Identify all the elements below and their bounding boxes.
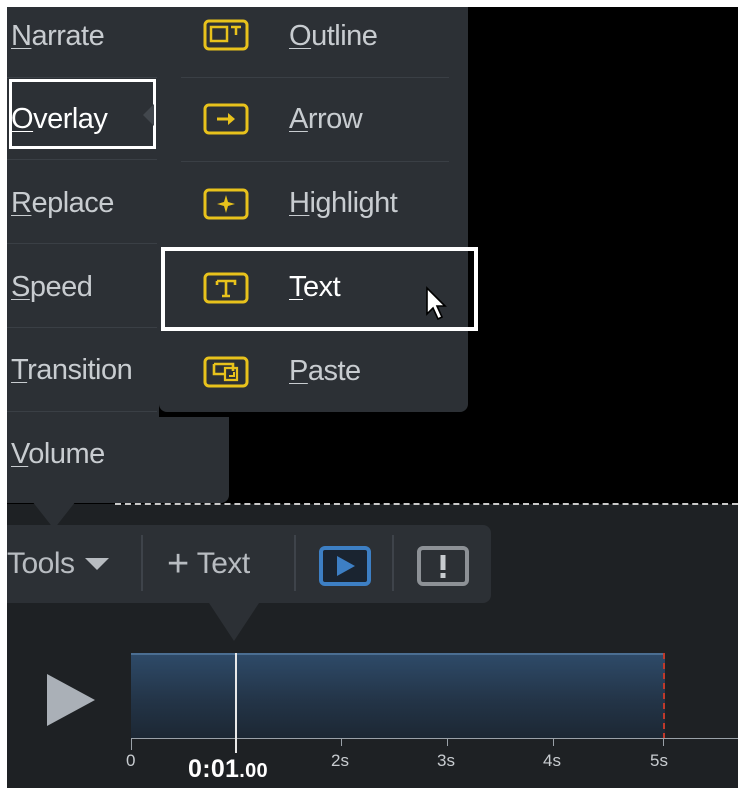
exclamation-box-icon[interactable] — [416, 545, 470, 587]
ruler-tick — [131, 738, 132, 750]
outline-icon — [203, 19, 249, 51]
timeline-ruler — [131, 738, 738, 739]
ruler-label: 3s — [437, 751, 455, 770]
tools-dropdown-button[interactable]: Tools — [7, 547, 109, 581]
menu-divider — [7, 77, 157, 78]
ruler-tick — [447, 738, 448, 746]
menu-item-volume[interactable]: Volume — [11, 438, 105, 471]
app-frame: Narrate Overlay Replace Speed Transition… — [7, 7, 738, 788]
ruler-tick — [553, 738, 554, 746]
toolbar-separator — [392, 535, 394, 591]
submenu-item-arrow[interactable]: Arrow — [289, 103, 363, 136]
arrow-box-icon — [203, 103, 249, 135]
highlight-icon — [203, 188, 249, 220]
ruler-tick — [663, 738, 664, 746]
current-time: 0:01.00 — [188, 755, 268, 783]
submenu-item-highlight[interactable]: Highlight — [289, 187, 398, 220]
add-text-button[interactable]: + Text — [167, 543, 250, 585]
menu-divider — [7, 411, 157, 412]
overlay-selection-box — [9, 79, 156, 149]
playhead[interactable] — [235, 653, 237, 753]
mouse-cursor-icon — [426, 286, 447, 321]
toolbar-separator — [294, 535, 296, 591]
plus-icon: + — [167, 543, 189, 585]
toolbar-pointer — [209, 603, 259, 641]
menu-divider — [7, 159, 157, 160]
submenu-item-paste[interactable]: Paste — [289, 355, 361, 388]
clip-end-marker — [663, 653, 665, 739]
menu-divider — [7, 243, 157, 244]
ruler-label: 2s — [331, 751, 349, 770]
play-icon[interactable] — [45, 672, 97, 728]
submenu-arrow-icon — [143, 104, 154, 126]
selection-dashed-border — [115, 503, 738, 505]
paste-icon — [203, 356, 249, 388]
menu-item-narrate[interactable]: Narrate — [11, 20, 105, 53]
submenu-divider — [181, 77, 449, 78]
play-box-icon[interactable] — [318, 545, 372, 587]
ruler-tick — [341, 738, 342, 746]
chevron-down-icon — [84, 558, 109, 570]
timeline-clip[interactable] — [131, 653, 665, 739]
ruler-label: 4s — [543, 751, 561, 770]
submenu-item-outline[interactable]: Outline — [289, 20, 378, 53]
menu-item-transition[interactable]: Transition — [11, 354, 133, 387]
ruler-label: 5s — [650, 751, 668, 770]
toolbar-separator — [141, 535, 143, 591]
overlay-submenu: Outline Arrow Highlight Text Paste — [159, 7, 468, 412]
menu-item-replace[interactable]: Replace — [11, 187, 114, 220]
menu-divider — [7, 327, 157, 328]
ruler-label: 0 — [126, 751, 136, 770]
menu-item-speed[interactable]: Speed — [11, 271, 93, 304]
submenu-divider — [181, 161, 449, 162]
